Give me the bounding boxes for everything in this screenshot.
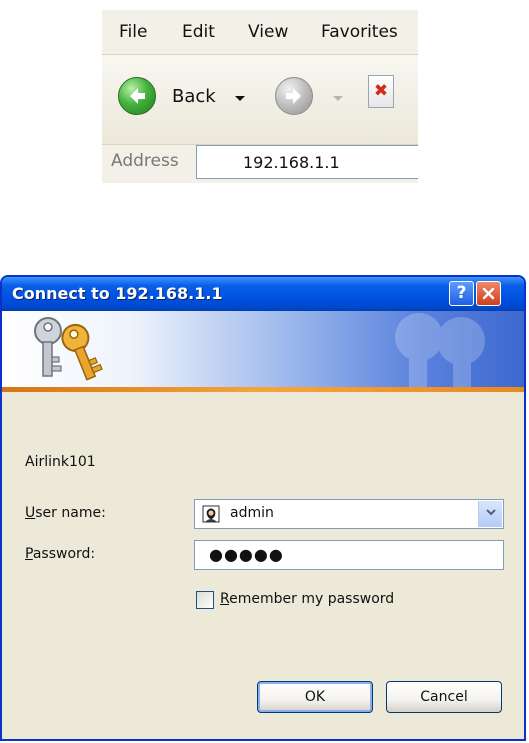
username-accesskey: U [25,505,36,521]
dialog-titlebar: Connect to 192.168.1.1 ? [2,277,524,311]
username-dropdown-button[interactable] [478,501,502,527]
username-label-text: ser name: [35,505,106,521]
stop-x-icon: ✖ [373,81,389,101]
password-label-text: assword: [32,546,96,562]
menu-file[interactable]: File [119,22,147,42]
dialog-title: Connect to 192.168.1.1 [12,284,223,303]
connect-dialog: Connect to 192.168.1.1 ? Airlink101 User… [0,275,526,741]
remember-label-text: emember my password [229,591,395,607]
keys-watermark-icon [395,313,485,387]
cancel-button[interactable]: Cancel [386,681,502,713]
back-arrow-icon [130,88,145,104]
forward-history-dropdown[interactable] [333,96,343,101]
remember-accesskey: R [220,591,230,607]
address-value[interactable]: 192.168.1.1 [243,153,340,172]
close-button[interactable] [476,281,501,306]
ok-button[interactable]: OK [257,681,373,713]
chevron-down-icon [485,509,496,516]
menu-edit[interactable]: Edit [182,22,215,42]
remember-password-label[interactable]: Remember my password [220,591,394,607]
browser-window-snippet: File Edit View Favorites Back ✖ Address … [102,10,418,183]
address-input[interactable]: 192.168.1.1 [196,145,418,179]
realm-label: Airlink101 [25,454,96,470]
menu-favorites[interactable]: Favorites [321,22,398,42]
address-bar: Address 192.168.1.1 [102,144,418,183]
password-accesskey: P [25,546,33,562]
username-combobox[interactable]: admin [194,499,504,529]
user-icon [202,505,220,523]
browser-toolbar: Back ✖ [102,54,418,145]
password-field[interactable]: ●●●●● [194,540,504,570]
dialog-body: Airlink101 User name: admin Password: ●●… [2,392,524,739]
forward-arrow-icon [286,88,301,104]
menu-view[interactable]: View [248,22,288,42]
back-history-dropdown[interactable] [235,96,245,101]
dialog-banner [2,311,524,387]
forward-button[interactable] [275,77,313,115]
menu-bar: File Edit View Favorites [102,10,418,54]
remember-password-checkbox[interactable] [196,591,214,609]
back-button[interactable] [118,77,156,115]
username-label: User name: [25,505,106,521]
keys-icon [34,317,103,381]
username-value[interactable]: admin [230,505,274,521]
password-value[interactable]: ●●●●● [209,545,284,564]
close-icon [482,287,495,300]
password-label: Password: [25,546,95,562]
help-button[interactable]: ? [449,281,474,306]
address-label: Address [111,151,179,171]
back-label[interactable]: Back [172,86,216,107]
stop-button[interactable]: ✖ [368,75,394,108]
